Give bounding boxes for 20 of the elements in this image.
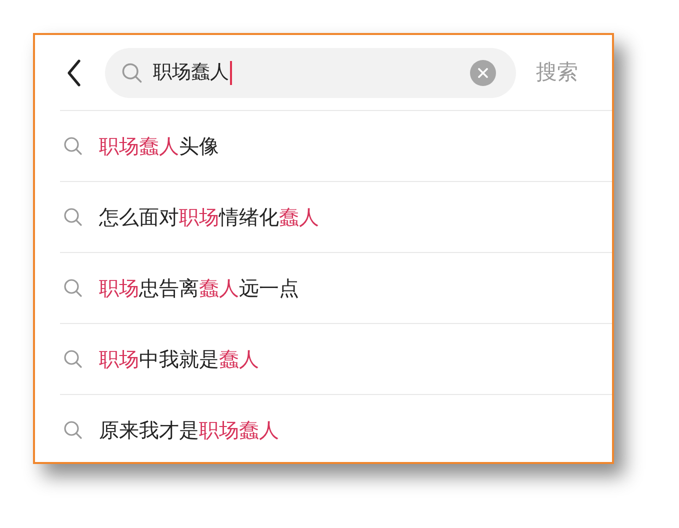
search-text: 职场蠢人 [153, 60, 229, 86]
suggestion-text: 职场蠢人头像 [99, 133, 219, 160]
search-field[interactable]: 职场蠢人 [105, 48, 516, 98]
search-icon [63, 278, 83, 298]
suggestion-item[interactable]: 职场蠢人头像 [60, 110, 612, 181]
search-icon [63, 420, 83, 440]
suggestion-item[interactable]: 职场中我就是蠢人 [60, 323, 612, 394]
search-icon [63, 349, 83, 369]
back-icon [66, 58, 82, 86]
suggestion-text: 怎么面对职场情绪化蠢人 [99, 204, 319, 231]
suggestion-text: 职场忠告离蠢人远一点 [99, 275, 299, 302]
suggestion-text: 原来我才是职场蠢人 [99, 417, 279, 444]
suggestion-item[interactable]: 职场忠告离蠢人远一点 [60, 252, 612, 323]
suggestion-item[interactable]: 怎么面对职场情绪化蠢人 [60, 181, 612, 252]
suggestion-text: 职场中我就是蠢人 [99, 346, 259, 373]
close-icon [478, 68, 488, 78]
search-icon [63, 136, 83, 156]
search-icon [63, 207, 83, 227]
suggestion-item[interactable]: 原来我才是职场蠢人 [60, 394, 612, 462]
search-icon [121, 62, 143, 84]
